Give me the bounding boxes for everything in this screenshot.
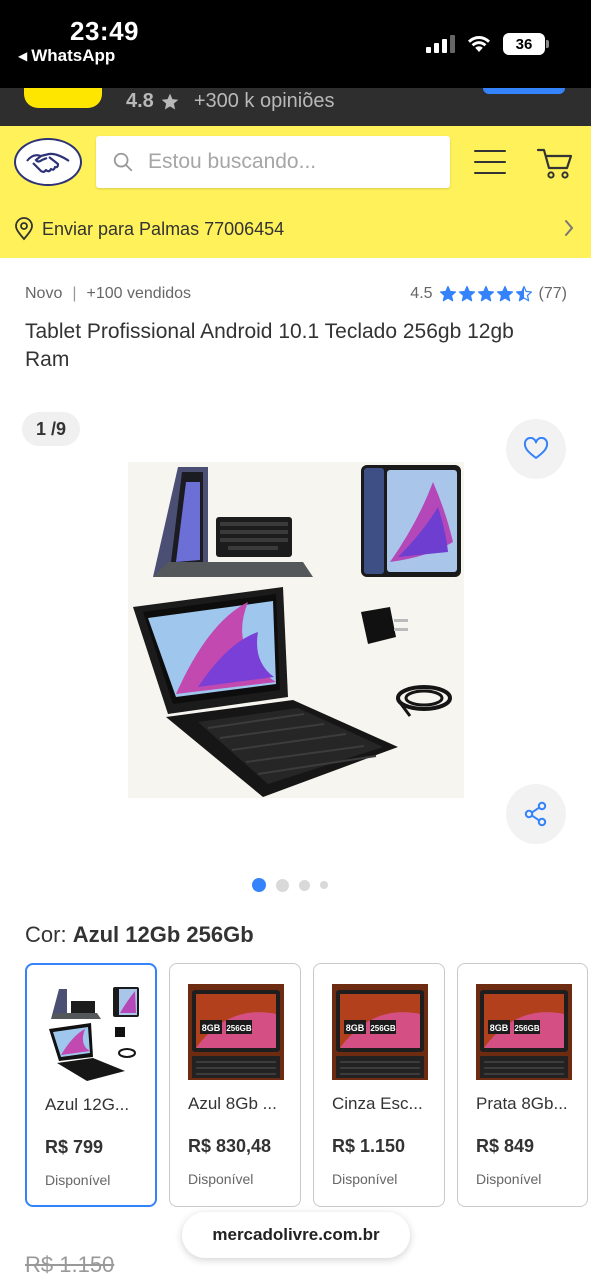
delivery-address[interactable]: Enviar para Palmas 77006454 (14, 214, 579, 244)
back-arrow-icon: ◀ (18, 49, 28, 63)
carousel-dot[interactable] (276, 878, 289, 892)
variant-availability: Disponível (476, 1171, 542, 1187)
star-icon (496, 285, 513, 302)
rating-value: 4.5 (410, 285, 433, 302)
svg-text:256GB: 256GB (370, 1024, 396, 1033)
selected-color: Azul 12Gb 256Gb (72, 922, 254, 947)
variant-availability: Disponível (45, 1172, 111, 1188)
status-bar: 23:49 ◀ WhatsApp 36 (0, 0, 591, 88)
color-variant-card[interactable]: 8GB 256GB Prata 8Gb... R$ 849 Disponível (457, 963, 588, 1207)
review-count: (77) (538, 285, 567, 302)
heart-icon (523, 437, 549, 459)
carousel-dot[interactable] (252, 878, 266, 892)
variant-price: R$ 1.150 (332, 1136, 406, 1156)
star-icon (161, 93, 179, 109)
condition-label: Novo (25, 285, 63, 302)
variant-price: R$ 799 (45, 1137, 104, 1157)
product-image[interactable] (128, 462, 464, 798)
status-indicators: 36 (426, 33, 549, 55)
star-icon (458, 285, 475, 302)
delivery-address-text: Enviar para Palmas 77006454 (42, 218, 285, 239)
app-logo (24, 88, 102, 108)
svg-text:256GB: 256GB (514, 1024, 540, 1033)
sold-count: +100 vendidos (86, 285, 192, 302)
app-rating: 4.8 +300 k opiniões (126, 90, 334, 113)
variant-price: R$ 849 (476, 1136, 535, 1156)
app-opinions: +300 k opiniões (193, 90, 335, 112)
variant-name: Cinza Esc... (332, 1094, 423, 1113)
color-selection-label: Cor: Azul 12Gb 256Gb (25, 922, 254, 948)
variant-name: Prata 8Gb... (476, 1094, 568, 1113)
variant-name: Azul 8Gb ... (188, 1094, 277, 1113)
color-label-prefix: Cor: (25, 922, 67, 947)
color-variant-card[interactable]: Azul 12G... R$ 799 Disponível (25, 963, 157, 1207)
share-icon (524, 801, 547, 827)
star-icon (515, 285, 532, 302)
product-meta: Novo | +100 vendidos 4.5 (77) (25, 283, 567, 305)
color-variant-card[interactable]: 8GB 256GB Cinza Esc... R$ 1.150 Disponível (313, 963, 445, 1207)
chevron-right-icon (565, 220, 574, 236)
variant-thumbnail (45, 985, 141, 1081)
app-install-button[interactable] (483, 88, 565, 94)
variant-thumbnail: 8GB 256GB (188, 984, 284, 1080)
carousel-pagination[interactable] (252, 878, 328, 892)
svg-text:8GB: 8GB (202, 1023, 221, 1033)
app-promo-banner[interactable]: 4.8 +300 k opiniões (0, 88, 591, 126)
old-price: R$ 1.150 (25, 1252, 115, 1277)
svg-text:8GB: 8GB (346, 1023, 365, 1033)
product-rating[interactable]: 4.5 (77) (410, 285, 567, 303)
handshake-logo-icon[interactable] (14, 138, 82, 186)
variant-thumbnail: 8GB 256GB (476, 984, 572, 1080)
share-button[interactable] (506, 784, 566, 844)
status-time: 23:49 (70, 16, 139, 46)
search-bar[interactable] (96, 136, 450, 188)
variant-name: Azul 12G... (45, 1095, 130, 1114)
search-icon (113, 152, 133, 172)
rating-stars (439, 285, 533, 303)
variant-price: R$ 830,48 (188, 1136, 272, 1156)
wifi-icon (468, 36, 490, 52)
variant-availability: Disponível (188, 1171, 254, 1187)
variant-thumbnail: 8GB 256GB (332, 984, 428, 1080)
battery-icon: 36 (503, 33, 549, 55)
carousel-dot[interactable] (320, 881, 328, 889)
location-pin-icon (15, 217, 33, 241)
browser-url-bar[interactable]: mercadolivre.com.br (182, 1212, 410, 1258)
cellular-signal-icon (426, 35, 455, 53)
svg-text:256GB: 256GB (226, 1024, 252, 1033)
favorite-button[interactable] (506, 419, 566, 479)
search-input[interactable] (148, 150, 418, 174)
star-icon (439, 285, 456, 302)
star-icon (477, 285, 494, 302)
image-counter: 1 /9 (22, 412, 81, 446)
carousel-dot[interactable] (299, 879, 310, 891)
svg-text:8GB: 8GB (490, 1023, 509, 1033)
meta-separator: | (72, 285, 77, 302)
back-to-app-link[interactable]: ◀ WhatsApp (18, 46, 115, 66)
app-rating-value: 4.8 (126, 90, 154, 112)
cart-icon[interactable] (536, 146, 574, 180)
variant-availability: Disponível (332, 1171, 398, 1187)
menu-icon[interactable] (474, 150, 506, 174)
color-variant-card[interactable]: 8GB 256GB Azul 8Gb ... R$ 830,48 Disponível (169, 963, 301, 1207)
product-title: Tablet Profissional Android 10.1 Teclado… (25, 320, 514, 371)
site-header: Enviar para Palmas 77006454 (0, 126, 591, 258)
tablet-product-illustration (133, 465, 461, 797)
back-app-label: WhatsApp (31, 46, 116, 65)
